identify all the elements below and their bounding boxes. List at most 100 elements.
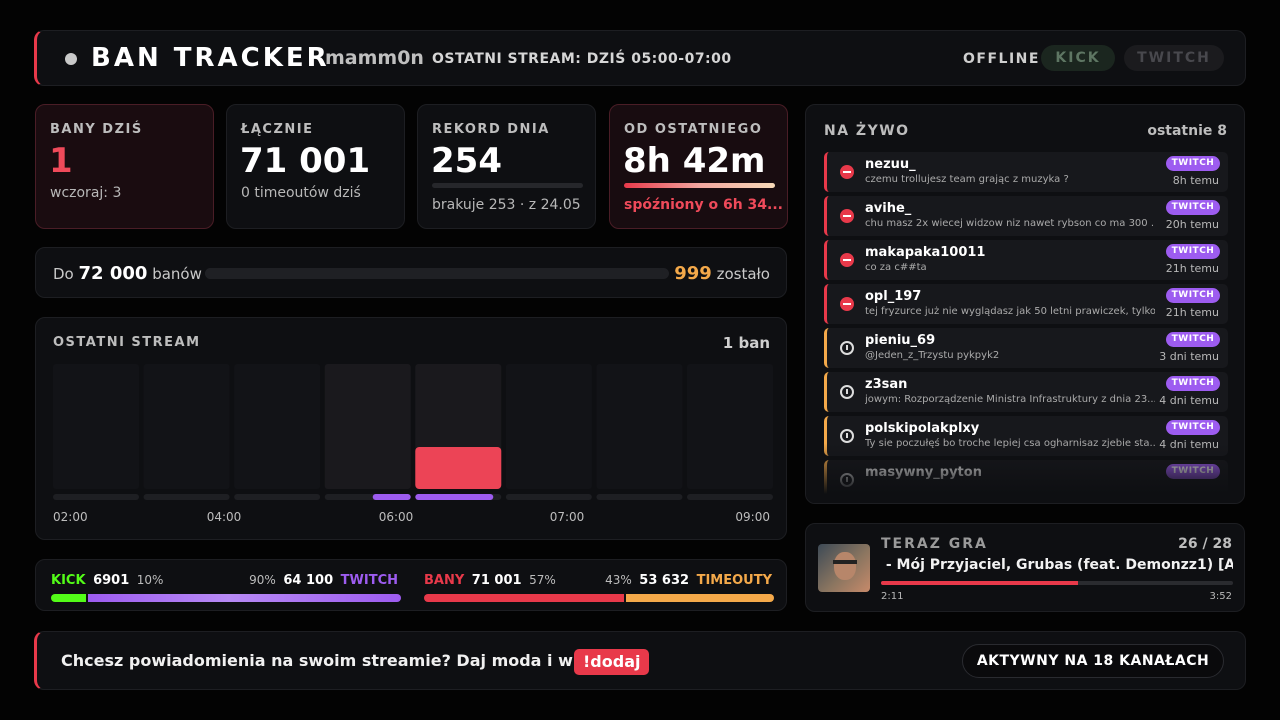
chart-timeline-segment (687, 494, 773, 500)
twitch-pct: 90% (249, 573, 276, 587)
stream-status: OFFLINE (963, 51, 1040, 67)
goal-remaining-label: zostało (716, 265, 770, 283)
status-dot-icon (65, 53, 77, 65)
last-stream-count: 1 ban (722, 334, 770, 352)
kick-platform-badge[interactable]: KICK (1041, 45, 1115, 71)
goal-remaining: 999 (674, 263, 712, 284)
twitch-badge: TWITCH (1166, 244, 1220, 259)
timeouts-today: 0 timeoutów dziś (241, 185, 361, 201)
bans-yesterday: wczoraj: 3 (50, 185, 122, 201)
goal-prefix: Do (53, 265, 74, 283)
now-playing-card: TERAZ GRA 26 / 28 n - Mój Przyjaciel, Gr… (805, 523, 1245, 612)
twitch-badge: TWITCH (1166, 200, 1220, 215)
bans-timeouts-split-bar (424, 594, 774, 602)
platform-split-card: KICK 6901 10% 90% 64 100 TWITCH BANY 71 … (35, 559, 787, 611)
goal-suffix: banów (152, 265, 202, 283)
feed-entry-nick: pieniu_69 (865, 333, 936, 348)
twitch-badge: TWITCH (1166, 156, 1220, 171)
feed-entry-message: co za c##ta (865, 262, 927, 273)
last-stream-info: OSTATNI STREAM: DZIŚ 05:00-07:00 (432, 51, 732, 67)
chart-column-bg (143, 364, 230, 489)
twitch-badge: TWITCH (1166, 288, 1220, 303)
since-last-card: OD OSTATNIEGO 8h 42m spóźniony o 6h 34..… (609, 104, 788, 229)
chart-column-bg (53, 364, 139, 489)
feed-entry[interactable]: pieniu_69 @Jeden_z_Trzystu pykpyk2 TWITCH 3… (824, 328, 1228, 368)
feed-entry-time: 3 dni temu (1159, 350, 1219, 363)
add-command-badge[interactable]: !dodaj (574, 649, 650, 675)
twitch-segment (88, 594, 401, 602)
chart-x-tick-label: 06:00 (379, 510, 414, 524)
ban-icon (840, 209, 854, 223)
goal-remaining-text: 999 zostało (674, 263, 770, 284)
live-feed-label: NA ŻYWO (824, 123, 910, 139)
chart-timeline-segment (143, 494, 230, 500)
timeouts-split-pct: 43% (605, 573, 632, 587)
feed-entry[interactable]: nezuu_ czemu trollujesz team grając z muz… (824, 152, 1228, 192)
feed-entry[interactable]: makapaka10011 co za c##ta TWITCH 21h temu (824, 240, 1228, 280)
feed-entry[interactable]: z3san jowym: Rozporządzenie Ministra Infr… (824, 372, 1228, 412)
twitch-stat: 90% 64 100 TWITCH (249, 573, 398, 588)
goal-progress-fill (205, 268, 663, 279)
daily-record-card: REKORD DNIA 254 brakuje 253 · z 24.05 (417, 104, 596, 229)
feed-entry-message: jowym: Rozporządzenie Ministra Infrastru… (865, 394, 1155, 405)
feed-entry-nick: opl_197 (865, 289, 922, 304)
chart-active-marker (415, 494, 494, 500)
feed-entry-nick: polskipolakplxy (865, 421, 980, 436)
song-progress-bar[interactable] (881, 581, 1233, 585)
timeouts-segment (625, 594, 774, 602)
header-bar: BAN TRACKER mamm0n OSTATNI STREAM: DZIŚ … (34, 30, 1246, 86)
chart-x-tick-label: 02:00 (53, 510, 88, 524)
daily-record-label: REKORD DNIA (432, 122, 550, 137)
feed-entry-message: chu masz 2x wiecej widzow niz nawet rybs… (865, 218, 1155, 229)
song-duration: 3:52 (1209, 591, 1232, 602)
total-bans-label: ŁĄCZNIE (241, 122, 314, 137)
feed-entry-nick: avihe_ (865, 201, 912, 216)
feed-entry-nick: makapaka10011 (865, 245, 986, 260)
streamer-name: mamm0n (325, 47, 424, 69)
last-stream-card: OSTATNI STREAM 1 ban 02:00 04:00 06:00 07:0… (35, 317, 787, 540)
twitch-badge: TWITCH (1166, 332, 1220, 347)
timeout-clock-icon (840, 341, 854, 355)
bans-split-label: BANY (424, 573, 465, 588)
timeouts-split-label: TIMEOUTY (696, 573, 772, 588)
feed-entry[interactable]: opl_197 tej fryzurce już nie wyglądasz ja… (824, 284, 1228, 324)
footer-message: Chcesz powiadomienia na swoim streamie? … (61, 651, 609, 670)
chart-column-bg (596, 364, 683, 489)
chart-bar (415, 447, 502, 489)
ban-icon (840, 297, 854, 311)
chart-x-tick-label: 07:00 (550, 510, 585, 524)
goal-target: 72 000 (78, 263, 148, 284)
live-feed-count: ostatnie 8 (1147, 123, 1227, 139)
twitch-platform-badge[interactable]: TWITCH (1124, 45, 1224, 71)
feed-entry[interactable]: avihe_chu masz 2x wiecej widzow niz nawe… (824, 196, 1228, 236)
since-last-label: OD OSTATNIEGO (624, 122, 763, 137)
song-thumbnail (818, 544, 870, 592)
bans-split-pct: 57% (529, 573, 556, 587)
record-progress-bar (432, 183, 583, 188)
playlist-index: 26 / 28 (1178, 536, 1232, 552)
kick-segment (51, 594, 86, 602)
chart-timeline-segment (53, 494, 139, 500)
last-stream-label: OSTATNI STREAM (53, 335, 201, 350)
app-title: BAN TRACKER (91, 43, 330, 73)
song-title: n - Mój Przyjaciel, Grubas (feat. Demonz… (881, 557, 1233, 573)
chart-x-tick-label: 04:00 (207, 510, 242, 524)
feed-fade-overlay (806, 443, 1244, 503)
goal-progress-card: Do 72 000 banów 999 zostało (35, 247, 787, 298)
footer-bar: Chcesz powiadomienia na swoim streamie? … (34, 631, 1246, 690)
twitch-value: 64 100 (283, 573, 334, 588)
bans-today-card: BANY DZIŚ 1 wczoraj: 3 (35, 104, 214, 229)
feed-entry-nick: nezuu_ (865, 157, 916, 172)
feed-entry-nick: z3san (865, 377, 908, 392)
feed-entry-time: 20h temu (1165, 218, 1219, 231)
twitch-badge: TWITCH (1166, 376, 1220, 391)
kick-label: KICK (51, 573, 86, 588)
thumbnail-face (834, 552, 856, 580)
chart-column-bg (324, 364, 411, 489)
live-feed-card: NA ŻYWO ostatnie 8 nezuu_ czemu trollujes… (805, 104, 1245, 504)
chart-column-bg (687, 364, 773, 489)
active-channels-button[interactable]: AKTYWNY NA 18 KANAŁACH (962, 644, 1224, 678)
thumbnail-glasses (833, 560, 857, 564)
total-bans-card: ŁĄCZNIE 71 001 0 timeoutów dziś (226, 104, 405, 229)
feed-entry-time: 8h temu (1172, 174, 1219, 187)
